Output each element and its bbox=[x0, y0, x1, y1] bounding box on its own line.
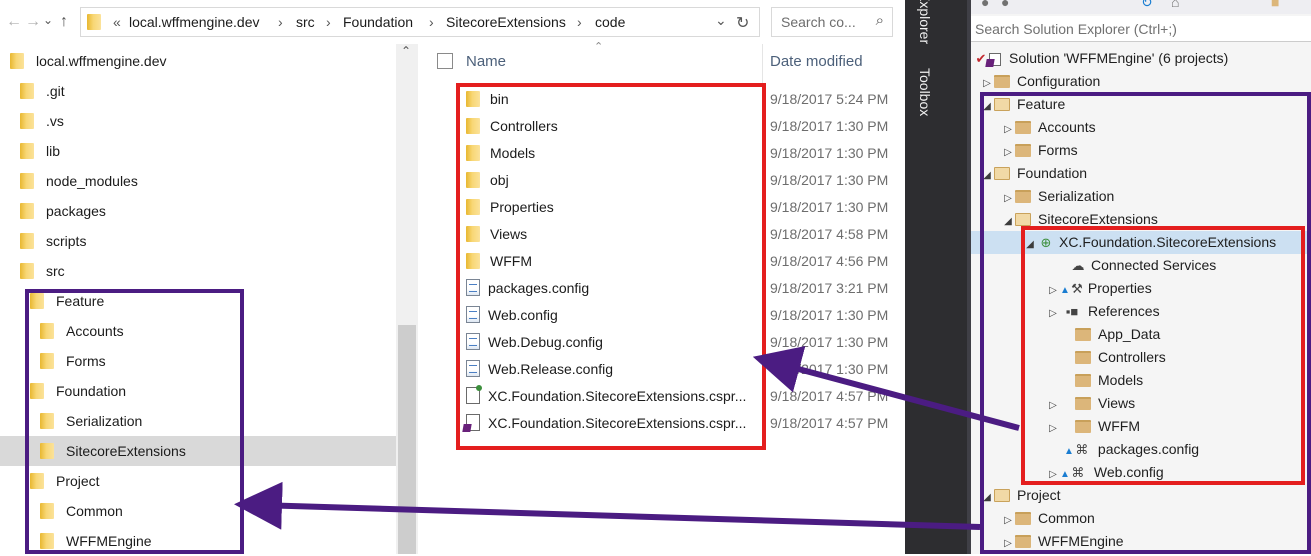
annotation-arrows bbox=[234, 346, 1020, 530]
annotation-arrow bbox=[752, 346, 1020, 431]
annotation-arrow bbox=[234, 481, 981, 530]
